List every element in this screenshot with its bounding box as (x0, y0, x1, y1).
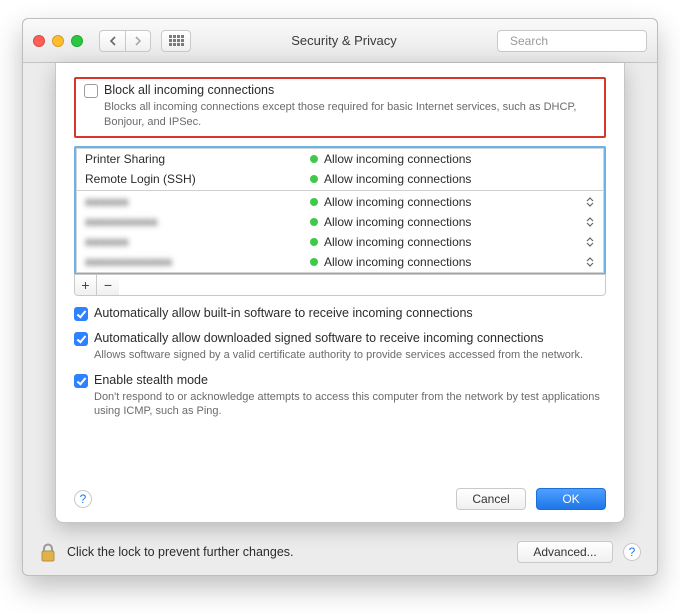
add-app-button[interactable]: + (75, 275, 97, 295)
stealth-checkbox[interactable] (74, 374, 88, 388)
auto-signed-row: Automatically allow downloaded signed so… (74, 331, 606, 363)
status-dot-icon (310, 218, 318, 226)
status-text: Allow incoming connections (324, 152, 471, 166)
cancel-button[interactable]: Cancel (456, 488, 526, 510)
search-input[interactable] (508, 33, 667, 49)
block-all-checkbox[interactable] (84, 84, 98, 98)
block-all-label: Block all incoming connections (104, 83, 274, 97)
list-item-status: Allow incoming connections (310, 152, 595, 166)
list-item-name: Printer Sharing (85, 152, 310, 166)
list-item-name: ■■■■■■ (85, 195, 310, 209)
auto-signed-description: Allows software signed by a valid certif… (94, 348, 606, 363)
list-row-service[interactable]: Remote Login (SSH) Allow incoming connec… (77, 169, 603, 189)
stealth-row: Enable stealth mode Don't respond to or … (74, 373, 606, 420)
status-dot-icon (310, 175, 318, 183)
list-item-status: Allow incoming connections (310, 172, 595, 186)
traffic-lights (33, 35, 83, 47)
chevron-down-icon (586, 242, 594, 247)
window-title: Security & Privacy (201, 33, 487, 48)
window-help-button[interactable]: ? (623, 543, 641, 561)
status-text: Allow incoming connections (324, 215, 471, 229)
search-field[interactable] (497, 30, 647, 52)
prefs-window: Security & Privacy Block all incoming co… (22, 18, 658, 576)
status-dot-icon (310, 155, 318, 163)
status-stepper[interactable] (585, 197, 595, 207)
back-button[interactable] (99, 30, 125, 52)
auto-builtin-row: Automatically allow built-in software to… (74, 306, 606, 321)
list-row-app[interactable]: ■■■■■■■■■■ Allow incoming connections (77, 212, 603, 232)
sheet-footer: ? Cancel OK (74, 488, 606, 510)
status-text: Allow incoming connections (324, 235, 471, 249)
lock-button[interactable] (39, 541, 57, 563)
status-stepper[interactable] (585, 257, 595, 267)
chevron-down-icon (586, 222, 594, 227)
auto-signed-label: Automatically allow downloaded signed so… (94, 331, 544, 345)
list-item-name: ■■■■■■■■■■ (85, 215, 310, 229)
list-separator (77, 190, 603, 191)
remove-app-button[interactable]: − (97, 275, 119, 295)
list-item-name: ■■■■■■ (85, 235, 310, 249)
window-toolbar: Security & Privacy (23, 19, 657, 63)
close-window-button[interactable] (33, 35, 45, 47)
minimize-window-button[interactable] (52, 35, 64, 47)
block-all-group: Block all incoming connections Blocks al… (74, 77, 606, 138)
forward-button[interactable] (125, 30, 151, 52)
nav-segment (99, 30, 151, 52)
status-text: Allow incoming connections (324, 255, 471, 269)
apps-list-highlight: Printer Sharing Allow incoming connectio… (74, 146, 606, 275)
chevron-down-icon (586, 262, 594, 267)
ok-button[interactable]: OK (536, 488, 606, 510)
list-row-app[interactable]: ■■■■■■■■■■■■ Allow incoming connections (77, 252, 603, 272)
status-dot-icon (310, 238, 318, 246)
list-item-status[interactable]: Allow incoming connections (310, 195, 585, 209)
lock-icon (40, 543, 56, 563)
status-stepper[interactable] (585, 217, 595, 227)
auto-builtin-label-row[interactable]: Automatically allow built-in software to… (74, 306, 606, 321)
status-dot-icon (310, 198, 318, 206)
show-all-button[interactable] (161, 30, 191, 52)
chevron-down-icon (586, 202, 594, 207)
auto-signed-label-row[interactable]: Automatically allow downloaded signed so… (74, 331, 606, 346)
list-row-service[interactable]: Printer Sharing Allow incoming connectio… (77, 149, 603, 169)
window-footer: Click the lock to prevent further change… (23, 529, 657, 575)
status-text: Allow incoming connections (324, 172, 471, 186)
chevron-left-icon (109, 36, 116, 46)
block-all-row[interactable]: Block all incoming connections (84, 83, 596, 98)
block-all-description: Blocks all incoming connections except t… (104, 100, 596, 130)
list-item-status[interactable]: Allow incoming connections (310, 255, 585, 269)
firewall-options-sheet: Block all incoming connections Blocks al… (55, 63, 625, 523)
list-item-name: ■■■■■■■■■■■■ (85, 255, 310, 269)
status-stepper[interactable] (585, 237, 595, 247)
auto-builtin-label: Automatically allow built-in software to… (94, 306, 473, 320)
sheet-help-button[interactable]: ? (74, 490, 92, 508)
apps-list[interactable]: Printer Sharing Allow incoming connectio… (76, 148, 604, 273)
list-item-status[interactable]: Allow incoming connections (310, 215, 585, 229)
advanced-button[interactable]: Advanced... (517, 541, 613, 563)
add-remove-group: + − (74, 274, 606, 296)
grid-icon (169, 35, 184, 46)
stealth-description: Don't respond to or acknowledge attempts… (94, 390, 606, 420)
status-text: Allow incoming connections (324, 195, 471, 209)
auto-builtin-checkbox[interactable] (74, 307, 88, 321)
status-dot-icon (310, 258, 318, 266)
stealth-label-row[interactable]: Enable stealth mode (74, 373, 606, 388)
list-item-status[interactable]: Allow incoming connections (310, 235, 585, 249)
zoom-window-button[interactable] (71, 35, 83, 47)
stealth-label: Enable stealth mode (94, 373, 208, 387)
lock-text: Click the lock to prevent further change… (67, 545, 294, 559)
list-item-name: Remote Login (SSH) (85, 172, 310, 186)
auto-signed-checkbox[interactable] (74, 332, 88, 346)
list-row-app[interactable]: ■■■■■■ Allow incoming connections (77, 232, 603, 252)
options-group: Automatically allow built-in software to… (74, 306, 606, 420)
chevron-right-icon (135, 36, 142, 46)
list-row-app[interactable]: ■■■■■■ Allow incoming connections (77, 192, 603, 212)
